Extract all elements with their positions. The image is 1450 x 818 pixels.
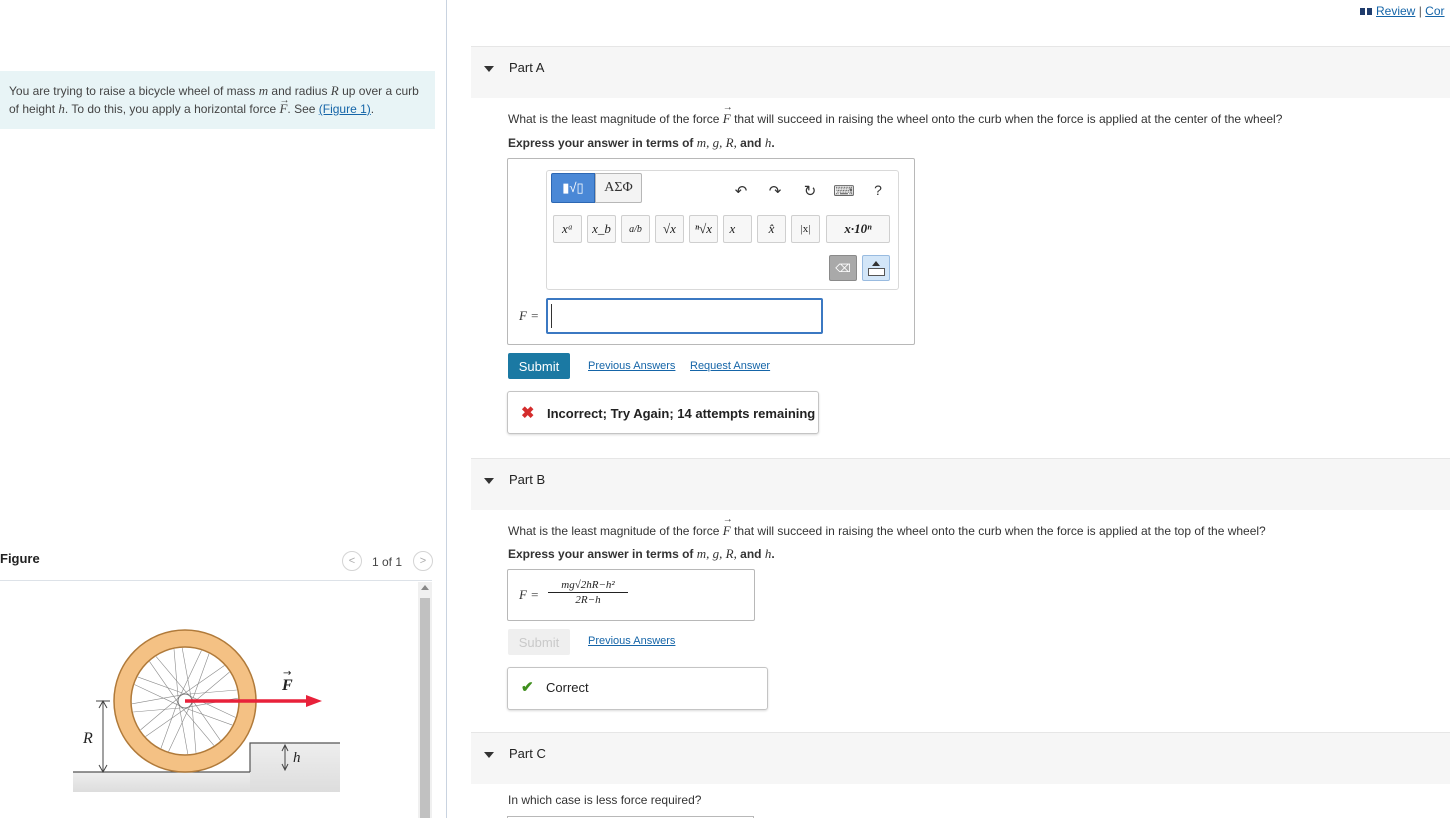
figure-next-button[interactable]: > (413, 551, 433, 571)
figure-title: Figure (0, 551, 40, 566)
part-b-submit-button: Submit (508, 629, 570, 655)
figure-scrollbar-thumb[interactable] (420, 598, 430, 818)
sqrt-template-button[interactable]: √x (655, 215, 684, 243)
label-h: h (293, 750, 301, 766)
part-a-request-answer-link[interactable]: Request Answer (690, 360, 770, 372)
var-F-vector: F → (279, 95, 290, 116)
part-c-title: Part C (509, 746, 546, 761)
delete-icon[interactable]: ⌫ (829, 255, 857, 281)
intro-text: . See (287, 102, 319, 116)
part-a-header[interactable]: Part A (471, 46, 1450, 98)
part-c-question: In which case is less force required? (508, 793, 702, 807)
figure-prev-button[interactable]: < (342, 551, 362, 571)
caret-down-icon (484, 752, 494, 758)
error-x-icon: ✖ (521, 405, 535, 422)
symbols-button[interactable]: ΑΣΦ (595, 173, 642, 203)
figure-page-indicator: 1 of 1 (372, 555, 403, 569)
label-R: R (82, 730, 93, 747)
intro-text: up over a curb (338, 84, 419, 98)
part-a-feedback: ✖ Incorrect; Try Again; 14 attempts rema… (507, 391, 819, 434)
scroll-up-icon[interactable] (421, 585, 429, 590)
part-b-instructions: Express your answer in terms of m, g, R,… (508, 546, 775, 561)
part-a-submit-button[interactable]: Submit (508, 353, 570, 379)
feedback-message: Incorrect; Try Again; 14 attempts remain… (547, 406, 816, 421)
feedback-message: Correct (546, 680, 589, 695)
part-a-answer-label: F = (519, 308, 539, 323)
chevron-left-icon: < (342, 551, 362, 571)
keyboard-toggle-icon[interactable] (862, 255, 890, 281)
continue-link[interactable]: Cor (1425, 4, 1444, 18)
intro-text: . (370, 102, 375, 116)
review-link[interactable]: Review (1376, 4, 1415, 18)
var-R: R (330, 83, 339, 98)
subscript-template-button[interactable]: x_b (587, 215, 616, 243)
sci-notation-template-button[interactable]: x·10ⁿ (826, 215, 890, 243)
part-b-header[interactable]: Part B (471, 458, 1450, 510)
intro-text: You are trying to raise a bicycle wheel … (9, 84, 259, 98)
review-icon (1360, 8, 1372, 16)
part-a-title: Part A (509, 60, 545, 75)
nth-root-template-button[interactable]: ⁿ√x (689, 215, 718, 243)
chevron-right-icon: > (413, 551, 433, 571)
top-nav: Review | Cor (1360, 4, 1445, 18)
part-c-header[interactable]: Part C (471, 732, 1450, 784)
part-b-answer-label: F = (519, 587, 539, 602)
part-b-question: What is the least magnitude of the force… (508, 514, 1266, 538)
fraction-template-button[interactable]: a/b (621, 215, 650, 243)
intro-text: of height (9, 102, 59, 116)
part-a-answer-input[interactable] (546, 298, 823, 334)
caret-down-icon (484, 66, 494, 72)
caret-down-icon (484, 478, 494, 484)
reset-icon[interactable]: ↻ (799, 182, 821, 200)
part-b-previous-answers-link[interactable]: Previous Answers (588, 635, 675, 647)
figure-link[interactable]: (Figure 1) (319, 102, 371, 116)
separator: | (1418, 4, 1422, 18)
label-F: F (281, 677, 293, 694)
text-cursor (551, 304, 552, 328)
svg-text:→: → (283, 668, 291, 679)
wheel-curb-figure: F → R h (73, 629, 340, 792)
divider (0, 580, 432, 581)
part-a-previous-answers-link[interactable]: Previous Answers (588, 360, 675, 372)
intro-text: and radius (268, 84, 331, 98)
part-b-answer-box (507, 569, 755, 621)
checkmark-icon: ✔ (521, 679, 534, 696)
part-a-instructions: Express your answer in terms of m, g, R,… (508, 135, 775, 150)
ground (73, 772, 268, 792)
part-b-title: Part B (509, 472, 546, 487)
templates-button[interactable]: ▮√▯ (551, 173, 595, 203)
part-a-question: What is the least magnitude of the force… (508, 102, 1283, 126)
redo-icon[interactable]: ↷ (764, 182, 786, 200)
unit-vector-template-button[interactable]: x̂ (757, 215, 786, 243)
problem-intro: You are trying to raise a bicycle wheel … (0, 71, 435, 129)
undo-icon[interactable]: ↶ (730, 182, 752, 200)
superscript-template-button[interactable]: xᵃ (553, 215, 582, 243)
vector-template-button[interactable]: x⃗ (723, 215, 752, 243)
part-b-answer-expression: mg√2hR−h² 2R−h (548, 578, 628, 607)
keyboard-shortcuts-icon[interactable]: ⌨ (833, 182, 855, 200)
intro-text: . To do this, you apply a horizontal for… (64, 102, 280, 116)
part-b-feedback: ✔ Correct (507, 667, 768, 710)
abs-template-button[interactable]: |x| (791, 215, 820, 243)
var-m: m (258, 83, 269, 98)
help-button[interactable]: ? (867, 182, 889, 198)
